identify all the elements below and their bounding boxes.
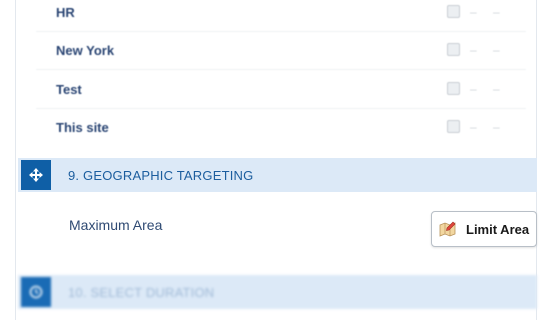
list-item-checkbox[interactable] — [447, 82, 460, 95]
list-item-dash: – — [470, 5, 477, 19]
list-item-dash: – — [470, 82, 477, 96]
list-item: This site – – — [36, 109, 526, 147]
section-geographic-targeting[interactable]: 9. GEOGRAPHIC TARGETING — [18, 158, 537, 192]
list-item-dash: – — [470, 120, 477, 134]
list-item-dash: – — [470, 43, 477, 57]
section-title: 10. SELECT DURATION — [68, 285, 215, 300]
section-badge — [21, 277, 51, 307]
list-item-dash: – — [493, 43, 500, 57]
list-item: HR – – — [36, 0, 526, 32]
list-item-dash: – — [493, 120, 500, 134]
section-badge — [21, 160, 51, 190]
maximum-area-label: Maximum Area — [69, 217, 163, 233]
list-item-name: Test — [56, 82, 82, 97]
list-item-checkbox[interactable] — [447, 5, 460, 18]
move-arrows-icon — [29, 168, 43, 182]
list-item-checkbox[interactable] — [447, 43, 460, 56]
list-item-checkbox[interactable] — [447, 120, 460, 133]
list-item-name: New York — [56, 43, 115, 58]
list-item-name: HR — [56, 5, 75, 20]
section-title: 9. GEOGRAPHIC TARGETING — [68, 168, 254, 183]
targeting-panel: HR – – New York – – Test – – This site –… — [15, 0, 537, 320]
list-item-name: This site — [56, 120, 109, 135]
limit-area-button-label: Limit Area — [466, 221, 530, 237]
list-item-dash: – — [493, 5, 500, 19]
list-item: Test – – — [36, 71, 526, 109]
clock-icon — [29, 285, 43, 299]
list-item: New York – – — [36, 32, 526, 70]
map-edit-icon — [439, 221, 456, 237]
section-select-duration[interactable]: 10. SELECT DURATION — [18, 275, 537, 309]
limit-area-button[interactable]: Limit Area — [431, 211, 537, 247]
list-item-dash: – — [493, 82, 500, 96]
